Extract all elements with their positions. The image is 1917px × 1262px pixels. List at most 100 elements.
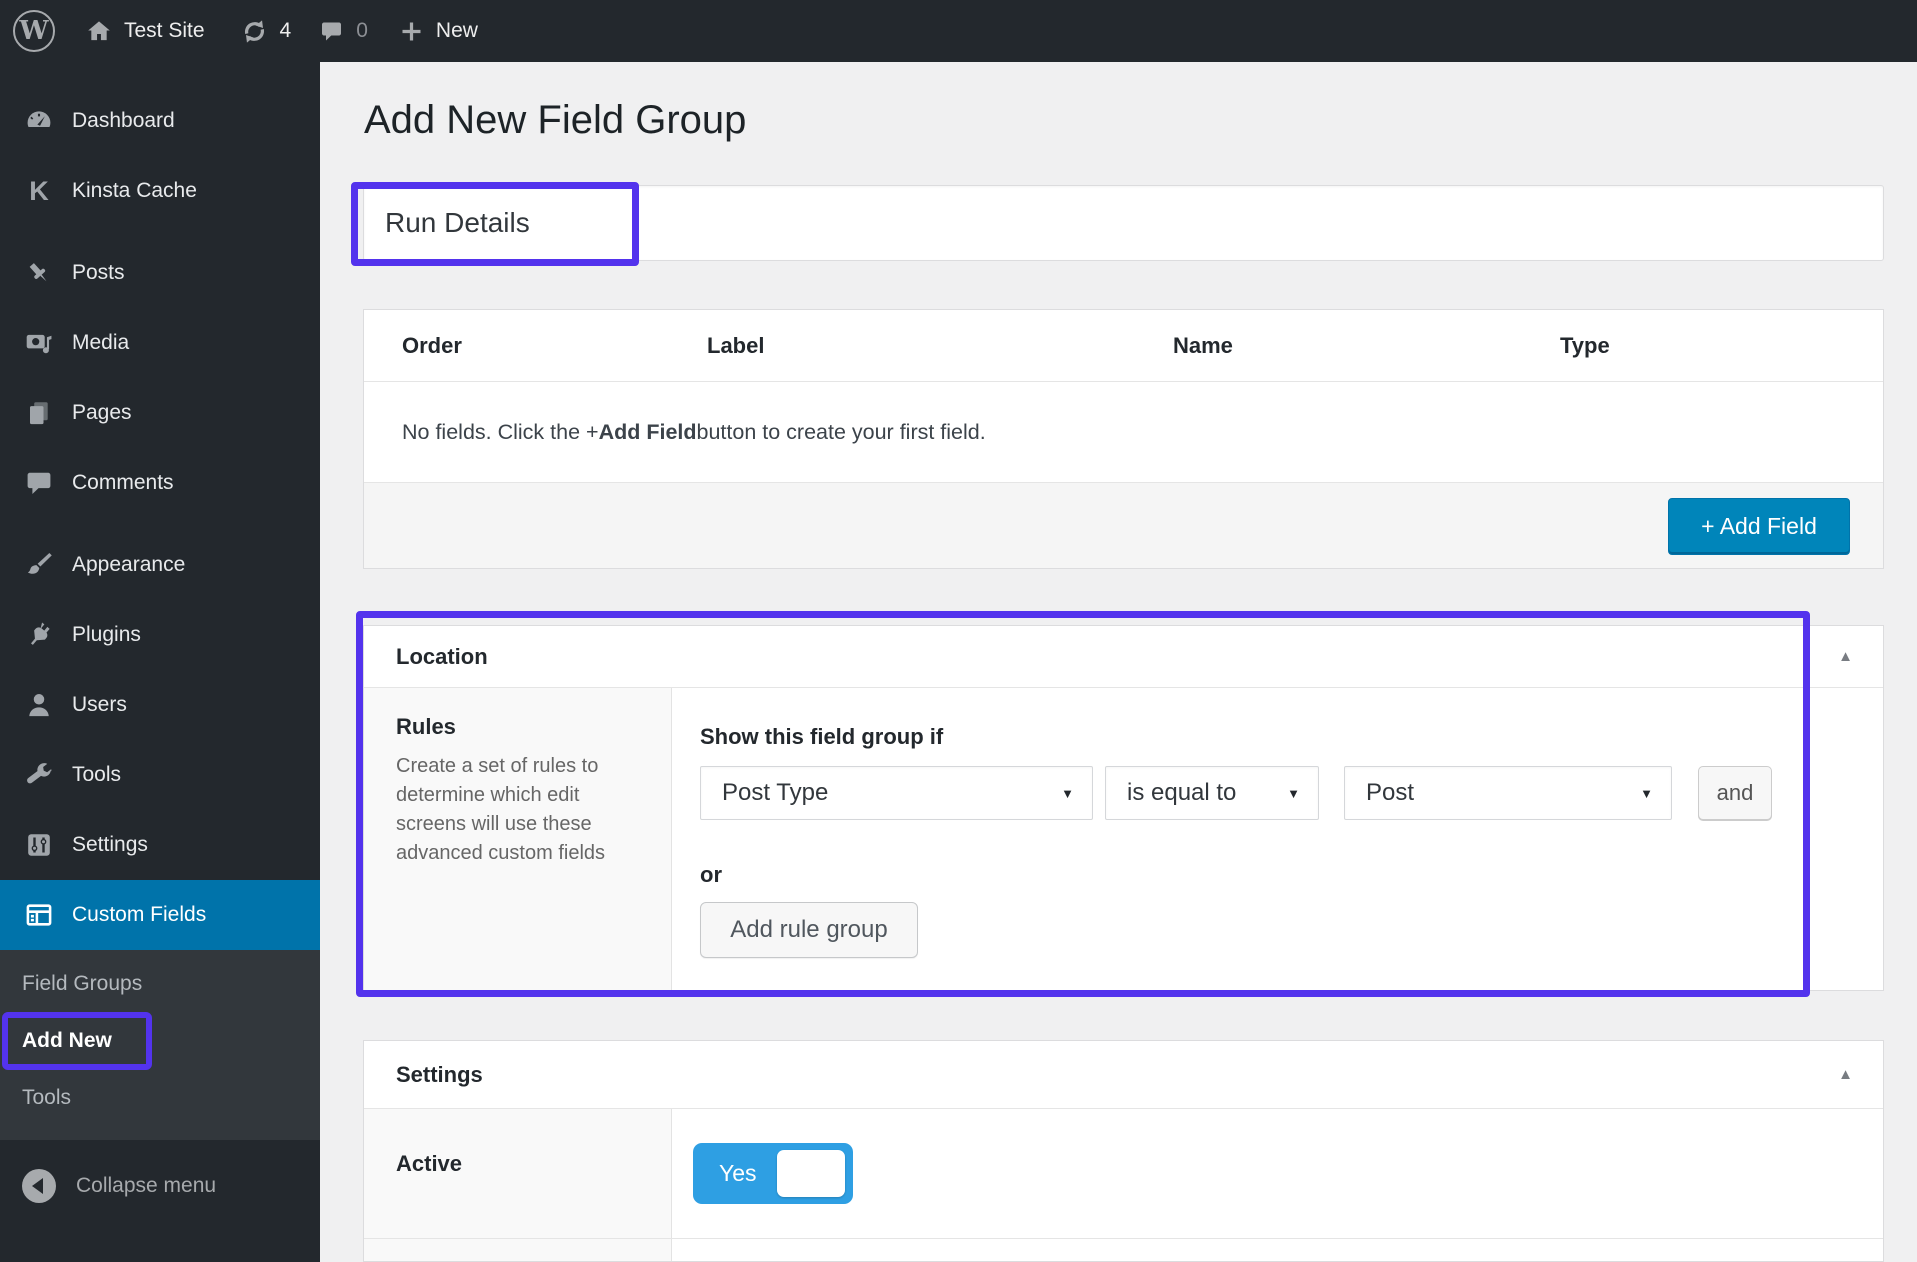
comment-icon bbox=[319, 19, 344, 44]
active-setting-control: Yes bbox=[672, 1109, 1883, 1238]
sidebar-item-custom-fields[interactable]: Custom Fields bbox=[0, 880, 320, 950]
rules-label: Rules bbox=[396, 714, 651, 740]
sidebar-item-label: Media bbox=[72, 331, 129, 355]
add-rule-group-button[interactable]: Add rule group bbox=[700, 902, 918, 958]
location-panel-header: Location ▲ bbox=[364, 626, 1883, 688]
submenu-item-add-new[interactable]: Add New bbox=[22, 1019, 112, 1063]
collapse-menu-button[interactable]: Collapse menu bbox=[0, 1160, 320, 1212]
wordpress-logo-icon[interactable]: W bbox=[13, 10, 55, 52]
sidebar-item-posts[interactable]: Posts bbox=[0, 238, 320, 308]
submenu-item-label: Tools bbox=[22, 1086, 71, 1110]
add-field-button[interactable]: + Add Field bbox=[1668, 498, 1850, 555]
toggle-knob bbox=[777, 1150, 845, 1197]
wrench-icon bbox=[24, 760, 54, 790]
new-label: New bbox=[436, 19, 478, 43]
page-title: Add New Field Group bbox=[364, 98, 746, 143]
admin-bar-site-name[interactable]: Test Site bbox=[86, 18, 205, 44]
chevron-down-icon: ▼ bbox=[1061, 786, 1074, 801]
plus-icon bbox=[399, 19, 424, 44]
sidebar-item-comments[interactable]: Comments bbox=[0, 448, 320, 518]
rules-description: Create a set of rules to determine which… bbox=[396, 752, 634, 868]
user-icon bbox=[24, 690, 54, 720]
admin-bar-updates[interactable]: 4 bbox=[241, 18, 292, 45]
site-name-label: Test Site bbox=[124, 19, 205, 43]
sidebar-item-kinsta-cache[interactable]: K Kinsta Cache bbox=[0, 156, 320, 226]
fields-panel-footer: + Add Field bbox=[364, 482, 1883, 568]
no-fields-message: No fields. Click the + Add Field button … bbox=[364, 382, 1883, 482]
location-panel: Location ▲ Rules Create a set of rules t… bbox=[363, 625, 1884, 991]
active-toggle[interactable]: Yes bbox=[693, 1143, 853, 1204]
admin-bar: W Test Site 4 bbox=[0, 0, 1917, 62]
or-label: or bbox=[700, 862, 1883, 888]
sidebar-item-label: Dashboard bbox=[72, 109, 175, 133]
pages-icon bbox=[24, 398, 54, 428]
rule-value-select[interactable]: Post ▼ bbox=[1344, 766, 1672, 820]
sliders-icon bbox=[24, 830, 54, 860]
kinsta-k-icon: K bbox=[24, 176, 54, 206]
sidebar-item-label: Comments bbox=[72, 471, 174, 495]
comment-bubble-icon bbox=[24, 468, 54, 498]
sidebar-item-media[interactable]: Media bbox=[0, 308, 320, 378]
location-panel-body: Rules Create a set of rules to determine… bbox=[364, 688, 1883, 991]
sidebar-item-label: Appearance bbox=[72, 553, 185, 577]
column-order: Order bbox=[402, 333, 462, 359]
sidebar-item-tools[interactable]: Tools bbox=[0, 740, 320, 810]
admin-sidebar: Dashboard K Kinsta Cache Posts bbox=[0, 62, 320, 1262]
rule-operator-select[interactable]: is equal to ▼ bbox=[1105, 766, 1319, 820]
table-icon bbox=[24, 900, 54, 930]
sidebar-item-plugins[interactable]: Plugins bbox=[0, 600, 320, 670]
collapse-arrow-icon bbox=[22, 1169, 56, 1203]
submenu-item-tools[interactable]: Tools bbox=[0, 1076, 320, 1120]
submenu-item-label: Field Groups bbox=[22, 972, 142, 996]
location-rules-area: Show this field group if Post Type ▼ is … bbox=[672, 688, 1883, 991]
sidebar-item-label: Custom Fields bbox=[72, 903, 206, 927]
pushpin-icon bbox=[24, 258, 54, 288]
settings-panel-header: Settings ▲ bbox=[364, 1041, 1883, 1109]
sidebar-item-label: Kinsta Cache bbox=[72, 179, 197, 203]
next-setting-label-column bbox=[364, 1239, 672, 1262]
dashboard-gauge-icon bbox=[24, 106, 54, 136]
sidebar-item-dashboard[interactable]: Dashboard bbox=[0, 86, 320, 156]
menu-separator bbox=[0, 226, 320, 238]
update-icon bbox=[241, 18, 268, 45]
sidebar-item-label: Plugins bbox=[72, 623, 141, 647]
chevron-down-icon: ▼ bbox=[1640, 786, 1653, 801]
sidebar-item-label: Settings bbox=[72, 833, 148, 857]
column-label: Label bbox=[707, 333, 764, 359]
sidebar-item-label: Users bbox=[72, 693, 127, 717]
active-setting-row: Active Yes bbox=[364, 1109, 1883, 1238]
settings-panel-title: Settings bbox=[396, 1062, 483, 1088]
field-group-title-input[interactable] bbox=[363, 185, 1884, 261]
paintbrush-icon bbox=[24, 550, 54, 580]
sidebar-item-pages[interactable]: Pages bbox=[0, 378, 320, 448]
active-label: Active bbox=[396, 1151, 651, 1177]
sidebar-item-settings[interactable]: Settings bbox=[0, 810, 320, 880]
and-rule-button[interactable]: and bbox=[1698, 766, 1772, 820]
fields-table-header: Order Label Name Type bbox=[364, 310, 1883, 382]
chevron-down-icon: ▼ bbox=[1287, 786, 1300, 801]
rule-param-select[interactable]: Post Type ▼ bbox=[700, 766, 1093, 820]
column-name: Name bbox=[1173, 333, 1233, 359]
collapse-menu-label: Collapse menu bbox=[76, 1174, 216, 1198]
admin-bar-comments[interactable]: 0 bbox=[319, 19, 368, 44]
sidebar-item-label: Posts bbox=[72, 261, 125, 285]
show-if-label: Show this field group if bbox=[700, 724, 1883, 750]
collapse-panel-icon[interactable]: ▲ bbox=[1838, 1065, 1853, 1082]
active-label-column: Active bbox=[364, 1109, 672, 1238]
admin-bar-new[interactable]: New bbox=[399, 19, 478, 44]
sidebar-item-label: Pages bbox=[72, 401, 132, 425]
main-content: Add New Field Group Order Label Name Typ… bbox=[320, 62, 1917, 1262]
sidebar-item-appearance[interactable]: Appearance bbox=[0, 530, 320, 600]
plug-icon bbox=[24, 620, 54, 650]
column-type: Type bbox=[1560, 333, 1610, 359]
settings-panel: Settings ▲ Active Yes bbox=[363, 1040, 1884, 1262]
comments-count: 0 bbox=[356, 19, 368, 43]
custom-fields-submenu: Field Groups Add New Tools bbox=[0, 950, 320, 1140]
sidebar-item-users[interactable]: Users bbox=[0, 670, 320, 740]
collapse-panel-icon[interactable]: ▲ bbox=[1838, 647, 1853, 664]
submenu-item-field-groups[interactable]: Field Groups bbox=[0, 962, 320, 1006]
menu-separator bbox=[0, 518, 320, 530]
wordpress-admin-screen: W Test Site 4 bbox=[0, 0, 1917, 1262]
updates-count: 4 bbox=[280, 19, 292, 43]
fields-panel: Order Label Name Type No fields. Click t… bbox=[363, 309, 1884, 569]
